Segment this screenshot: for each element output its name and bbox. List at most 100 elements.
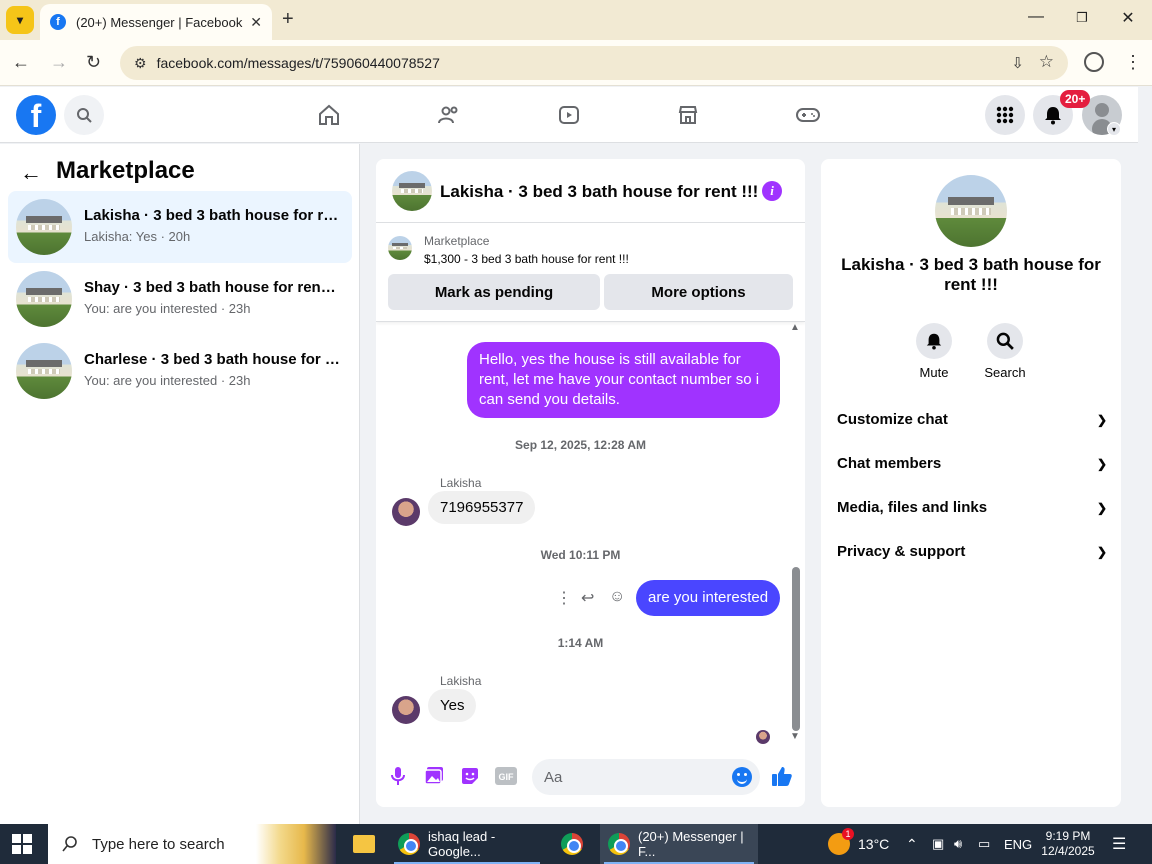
network-icon[interactable]: ▭: [978, 824, 990, 864]
chevron-down-icon: ❯: [1096, 544, 1107, 559]
scroll-up-icon[interactable]: ▲: [790, 322, 800, 333]
facebook-search-button[interactable]: [64, 95, 104, 135]
marketplace-icon[interactable]: [674, 101, 702, 129]
conversation-item[interactable]: Lakisha · 3 bed 3 bath house for rent !!…: [8, 191, 352, 263]
react-emoji-icon[interactable]: ☺: [609, 588, 625, 606]
language-indicator[interactable]: ENG: [1004, 824, 1032, 864]
chrome-icon: [608, 833, 630, 855]
like-thumbs-up-icon[interactable]: [771, 765, 793, 787]
sticker-icon[interactable]: [459, 765, 481, 787]
timestamp: Sep 12, 2025, 12:28 AM: [515, 438, 646, 452]
photo-icon[interactable]: [423, 765, 445, 787]
mark-as-pending-button[interactable]: Mark as pending: [388, 274, 600, 310]
back-icon[interactable]: ←: [12, 52, 30, 73]
windows-start-icon[interactable]: [12, 834, 32, 854]
outgoing-message[interactable]: are you interested: [636, 580, 781, 616]
bookmark-star-icon[interactable]: ☆: [1039, 52, 1054, 72]
video-icon[interactable]: [555, 101, 583, 129]
facebook-header: f: [0, 87, 1138, 143]
search-icon: [62, 836, 77, 852]
svg-text:GIF: GIF: [499, 772, 515, 782]
site-info-icon[interactable]: ⚙: [134, 55, 147, 72]
clock-date: 12/4/2025: [1041, 844, 1095, 858]
sidebar-title: Marketplace: [56, 157, 195, 184]
browser-tab-active[interactable]: f (20+) Messenger | Facebook ✕: [40, 4, 272, 40]
marketplace-listing-card: Marketplace $1,300 - 3 bed 3 bath house …: [376, 224, 805, 322]
taskbar-search-placeholder: Type here to search: [92, 835, 225, 853]
browser-profile-icon[interactable]: [1084, 52, 1104, 72]
scroll-down-icon[interactable]: ▼: [790, 731, 800, 742]
restore-icon[interactable]: ❐: [1072, 10, 1092, 26]
chat-members-section[interactable]: Chat members ❯: [837, 455, 1107, 472]
weather-widget[interactable]: 1 13°C: [828, 824, 889, 864]
taskbar-app-chrome-ishaq[interactable]: ishaq lead - Google...: [390, 824, 544, 864]
new-tab-icon[interactable]: +: [282, 8, 294, 31]
mute-action[interactable]: Mute: [894, 323, 974, 380]
search-icon: [987, 323, 1023, 359]
facebook-favicon-icon: f: [50, 14, 66, 30]
taskbar-app-chrome[interactable]: [552, 824, 592, 864]
conversation-preview: Lakisha: Yes · 20h: [84, 229, 191, 244]
emoji-icon[interactable]: [732, 767, 752, 787]
seen-avatar-icon: [756, 730, 770, 744]
listing-price-title[interactable]: $1,300 - 3 bed 3 bath house for rent !!!: [424, 252, 629, 266]
chat-scrollbar[interactable]: [792, 567, 800, 731]
chat-listing-thumbnail[interactable]: [392, 171, 432, 211]
marketplace-conversations-sidebar: ← Marketplace Lakisha · 3 bed 3 bath hou…: [0, 144, 360, 824]
more-actions-icon[interactable]: ⋮: [556, 588, 572, 608]
sender-avatar[interactable]: [392, 498, 420, 526]
tray-chevron-icon[interactable]: ⌃: [906, 824, 918, 864]
more-options-button[interactable]: More options: [604, 274, 793, 310]
reload-icon[interactable]: ↻: [86, 52, 101, 73]
facebook-logo-icon[interactable]: f: [16, 95, 56, 135]
incoming-message[interactable]: Yes: [428, 689, 477, 722]
conversation-item[interactable]: Charlese · 3 bed 3 bath house for rent !…: [8, 335, 352, 407]
bell-icon: [1045, 107, 1061, 125]
incoming-message[interactable]: 7196955377: [428, 491, 536, 524]
url-omnibox[interactable]: ⚙ facebook.com/messages/t/75906044007852…: [120, 46, 1068, 80]
message-list[interactable]: Hello, yes the house is still available …: [376, 323, 805, 743]
info-icon[interactable]: i: [762, 181, 782, 201]
conversation-name: Charlese · 3 bed 3 bath house for rent !…: [84, 351, 340, 368]
close-tab-icon[interactable]: ✕: [250, 14, 262, 31]
gif-icon[interactable]: GIF: [495, 765, 517, 787]
message-input[interactable]: [532, 759, 712, 795]
meet-icon[interactable]: ▣: [932, 824, 944, 864]
install-app-icon[interactable]: ⇩: [1011, 54, 1024, 72]
file-explorer-icon[interactable]: [344, 824, 384, 864]
sender-avatar[interactable]: [392, 696, 420, 724]
menu-grid-button[interactable]: [985, 95, 1025, 135]
taskbar-app-messenger[interactable]: (20+) Messenger | F...: [600, 824, 758, 864]
chat-header: Lakisha · 3 bed 3 bath house for rent !!…: [376, 159, 805, 223]
marketplace-label: Marketplace: [424, 234, 490, 248]
conversation-preview: You: are you interested · 23h: [84, 373, 251, 388]
account-chevron-icon[interactable]: ▾: [1107, 122, 1121, 136]
customize-chat-section[interactable]: Customize chat ❯: [837, 411, 1107, 428]
outgoing-message[interactable]: Hello, yes the house is still available …: [467, 342, 780, 418]
search-action[interactable]: Search: [965, 323, 1045, 380]
sender-name: Lakisha: [440, 674, 482, 688]
reply-icon[interactable]: ↩: [581, 588, 594, 608]
mute-label: Mute: [919, 365, 949, 380]
notification-center-icon[interactable]: ☰: [1112, 824, 1126, 864]
listing-large-thumbnail[interactable]: [935, 175, 1007, 247]
friends-icon[interactable]: [435, 101, 463, 129]
clock[interactable]: 9:19 PM 12/4/2025: [1040, 824, 1096, 864]
chat-panel: Lakisha · 3 bed 3 bath house for rent !!…: [376, 159, 805, 807]
tab-search-menu-button[interactable]: ▾: [6, 6, 34, 34]
chat-title[interactable]: Lakisha · 3 bed 3 bath house for rent !!…: [440, 182, 758, 202]
windows-taskbar: Type here to search ishaq lead - Google.…: [0, 824, 1152, 864]
window-close-icon[interactable]: ✕: [1118, 8, 1138, 28]
browser-menu-icon[interactable]: ⋮: [1124, 52, 1142, 73]
volume-icon[interactable]: 🔊︎: [954, 824, 962, 864]
microphone-icon[interactable]: [387, 765, 409, 787]
media-files-links-section[interactable]: Media, files and links ❯: [837, 499, 1107, 516]
back-arrow-icon[interactable]: ←: [20, 160, 42, 186]
privacy-support-section[interactable]: Privacy & support ❯: [837, 543, 1107, 560]
home-icon[interactable]: [315, 101, 343, 129]
conversation-item[interactable]: Shay · 3 bed 3 bath house for rent !!! Y…: [8, 263, 352, 335]
gaming-icon[interactable]: [794, 101, 822, 129]
url-text: facebook.com/messages/t/759060440078527: [156, 55, 440, 71]
minimize-icon[interactable]: —: [1026, 8, 1046, 26]
forward-icon[interactable]: →: [50, 52, 68, 73]
